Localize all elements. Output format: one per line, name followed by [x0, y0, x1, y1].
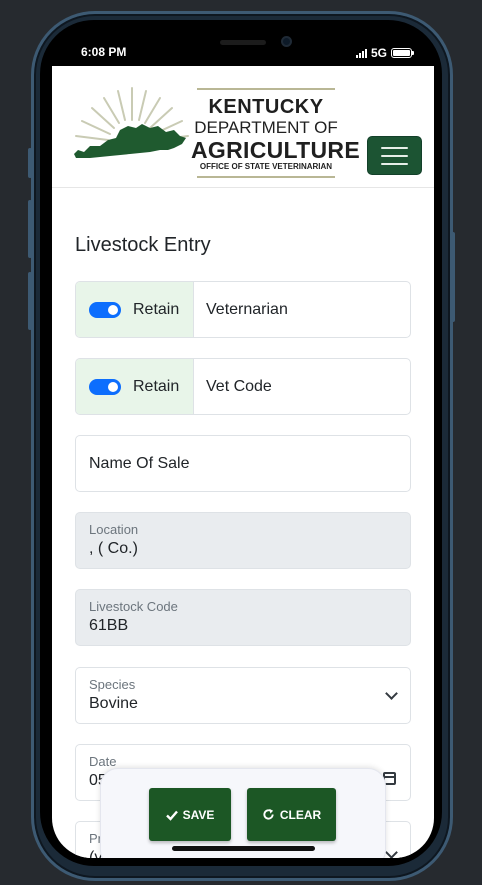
- kentucky-state-icon: [74, 87, 189, 158]
- action-bar: SAVE CLEAR: [100, 768, 386, 858]
- speaker-grille: [220, 40, 266, 45]
- menu-button[interactable]: [367, 136, 422, 175]
- livestock-code-value: 61BB: [89, 617, 129, 634]
- logo-department: DEPARTMENT OF: [194, 118, 338, 137]
- logo-rule-top: [197, 88, 335, 90]
- retain-label: Retain: [133, 377, 180, 395]
- signal-icon: [355, 48, 367, 58]
- livestock-code-label: Livestock Code: [89, 599, 178, 614]
- status-time: 6:08 PM: [81, 45, 127, 59]
- retain-vet-code-toggle[interactable]: Retain: [76, 359, 194, 414]
- location-field: Location , ( Co.): [75, 512, 411, 569]
- species-label: Species: [89, 677, 136, 692]
- date-label: Date: [89, 754, 117, 769]
- species-value: Bovine: [89, 695, 138, 712]
- veterinarian-group: Retain Veternarian: [75, 281, 411, 338]
- check-icon: [165, 810, 178, 821]
- page-title: Livestock Entry: [75, 234, 211, 256]
- retain-label: Retain: [133, 300, 180, 318]
- home-indicator[interactable]: [172, 846, 315, 851]
- name-of-sale-input[interactable]: Name Of Sale: [75, 435, 411, 492]
- vet-code-input[interactable]: Vet Code: [194, 359, 410, 414]
- network-label: 5G: [370, 46, 387, 60]
- hamburger-icon: [381, 154, 408, 157]
- chevron-down-icon: [385, 687, 398, 700]
- hamburger-icon: [381, 146, 408, 149]
- logo-wordmark: KENTUCKY DEPARTMENT OF AGRICULTURE OFFIC…: [191, 88, 360, 178]
- save-button[interactable]: SAVE: [149, 788, 231, 841]
- status-bar: 6:08 PM 5G: [40, 20, 442, 66]
- toggle-switch[interactable]: [89, 378, 121, 395]
- vet-code-group: Retain Vet Code: [75, 358, 411, 415]
- clear-button[interactable]: CLEAR: [247, 788, 336, 841]
- chevron-down-icon: [385, 846, 398, 858]
- name-of-sale-placeholder: Name Of Sale: [89, 455, 190, 472]
- logo-agriculture: AGRICULTURE: [191, 137, 360, 163]
- veterinarian-input[interactable]: Veternarian: [194, 282, 410, 337]
- logo-office: OFFICE OF STATE VETERINARIAN: [199, 162, 333, 171]
- redo-icon: [263, 808, 274, 820]
- status-indicators: 5G: [355, 46, 414, 60]
- front-camera: [281, 36, 292, 47]
- toggle-switch[interactable]: [89, 301, 121, 318]
- kda-logo[interactable]: KENTUCKY DEPARTMENT OF AGRICULTURE OFFIC…: [70, 76, 360, 178]
- species-select[interactable]: Species Bovine: [75, 667, 411, 724]
- save-label: SAVE: [182, 807, 215, 822]
- hamburger-icon: [381, 162, 408, 165]
- app-screen: KENTUCKY DEPARTMENT OF AGRICULTURE OFFIC…: [52, 66, 434, 858]
- logo-rule-bottom: [197, 176, 335, 178]
- phone-display: 6:08 PM 5G KENTUCKY DEPARTMENT OF AGRICU…: [40, 20, 442, 866]
- logo-kentucky: KENTUCKY: [208, 96, 324, 118]
- clear-label: CLEAR: [279, 807, 322, 822]
- app-header: KENTUCKY DEPARTMENT OF AGRICULTURE OFFIC…: [52, 66, 434, 188]
- retain-veterinarian-toggle[interactable]: Retain: [76, 282, 194, 337]
- location-value: , ( Co.): [89, 540, 138, 557]
- location-label: Location: [89, 522, 139, 537]
- battery-icon: [391, 48, 414, 58]
- livestock-code-field: Livestock Code 61BB: [75, 589, 411, 646]
